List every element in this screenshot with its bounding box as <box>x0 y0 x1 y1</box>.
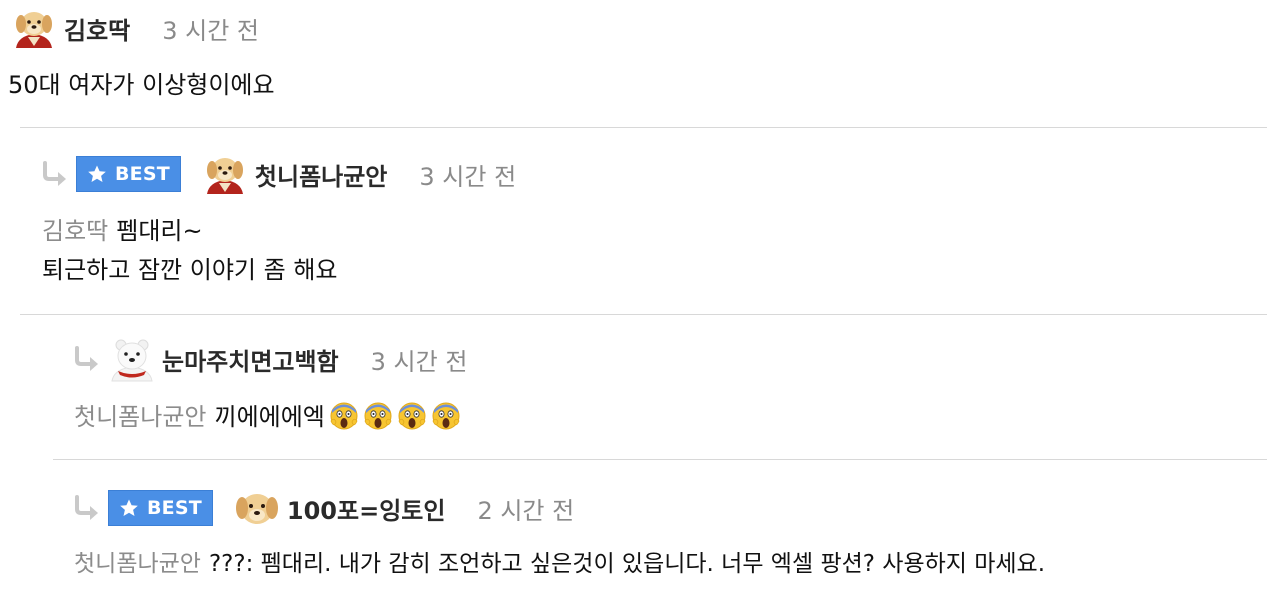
star-icon <box>119 498 139 518</box>
reply-arrow-icon <box>72 346 102 372</box>
comment-header: BEST 첫니폼나균안 3 시간 전 <box>40 150 516 198</box>
divider <box>20 314 1267 315</box>
comment-text: 펨대리~ <box>116 217 203 245</box>
screaming-face-icon <box>329 401 359 431</box>
puppy-avatar-icon[interactable] <box>201 150 249 198</box>
timestamp: 3 시간 전 <box>419 162 517 191</box>
mention[interactable]: 김호딱 <box>42 217 108 245</box>
comment-body: 첫니폼나균안 끼에에에엑 <box>74 398 461 437</box>
nickname[interactable]: 김호딱 <box>64 11 130 46</box>
nickname[interactable]: 100포=잉토인 <box>287 491 446 526</box>
comment-header: 김호딱 3 시간 전 <box>10 4 259 52</box>
reply-arrow-icon <box>40 161 70 187</box>
screaming-face-icon <box>397 401 427 431</box>
comment-body: 첫니폼나균안 ???: 펨대리. 내가 감히 조언하고 싶은것이 있읍니다. 너무… <box>74 545 1045 584</box>
reply-arrow-icon <box>72 495 102 521</box>
puppy-face-avatar-icon[interactable] <box>233 484 281 532</box>
comment-text: 50대 여자가 이상형이에요 <box>8 71 275 99</box>
timestamp: 3 시간 전 <box>162 16 260 45</box>
nickname[interactable]: 눈마주치면고백함 <box>162 342 339 377</box>
best-badge: BEST <box>76 156 181 192</box>
best-badge-label: BEST <box>147 497 202 519</box>
timestamp: 2 시간 전 <box>477 496 575 525</box>
star-icon <box>87 164 107 184</box>
timestamp: 3 시간 전 <box>370 347 468 376</box>
puppy-avatar-icon[interactable] <box>10 4 58 52</box>
comment-body: 50대 여자가 이상형이에요 <box>8 66 275 105</box>
best-badge: BEST <box>108 490 213 526</box>
screaming-face-icon <box>363 401 393 431</box>
comment-text: 퇴근하고 잠깐 이야기 좀 해요 <box>42 256 338 284</box>
polar-bear-avatar-icon[interactable] <box>108 335 156 383</box>
mention[interactable]: 첫니폼나균안 <box>74 551 201 577</box>
nickname[interactable]: 첫니폼나균안 <box>255 157 387 192</box>
comment-text: ???: 펨대리. 내가 감히 조언하고 싶은것이 있읍니다. 너무 엑셀 팡션… <box>208 551 1046 577</box>
mention[interactable]: 첫니폼나균안 <box>74 403 206 431</box>
divider <box>53 459 1267 460</box>
best-badge-label: BEST <box>115 163 170 185</box>
comment-body: 김호딱 펨대리~ 퇴근하고 잠깐 이야기 좀 해요 <box>42 212 337 290</box>
screaming-face-icon <box>431 401 461 431</box>
divider <box>20 127 1267 128</box>
comment-text: 끼에에에엑 <box>214 403 325 431</box>
comment-header: BEST 100포=잉토인 2 시간 전 <box>72 484 574 532</box>
comment-header: 눈마주치면고백함 3 시간 전 <box>72 335 467 383</box>
